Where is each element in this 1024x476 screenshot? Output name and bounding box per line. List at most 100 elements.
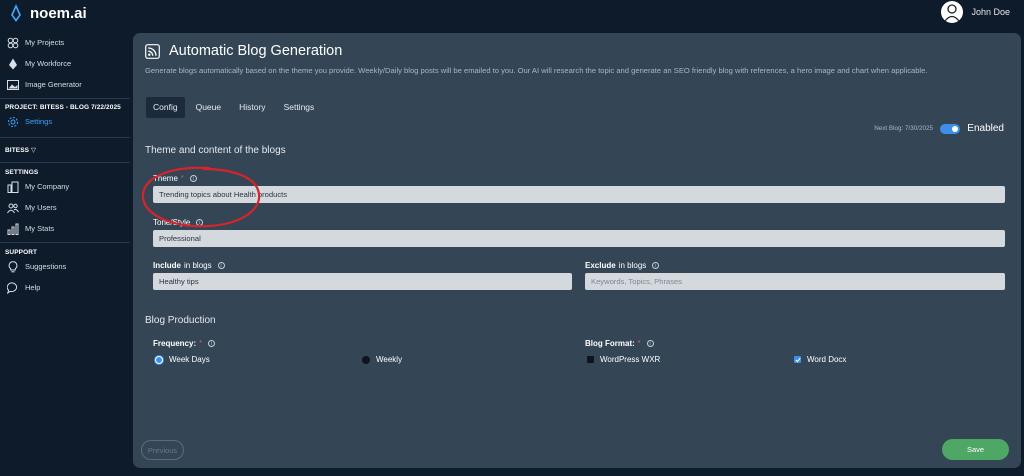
avatar[interactable] xyxy=(941,1,964,23)
settings-header: SETTINGS xyxy=(5,169,39,176)
frequency-label: Frequency: * i xyxy=(153,339,215,348)
stats-icon xyxy=(7,223,19,235)
format-label-text: Blog Format: xyxy=(585,339,635,348)
exclude-rest: in blogs xyxy=(618,261,647,270)
include-rest: in blogs xyxy=(184,261,212,270)
sidebar-item-label: My Users xyxy=(25,203,57,212)
sidebar-divider xyxy=(0,162,130,163)
sidebar-item-my-projects[interactable]: My Projects xyxy=(0,32,130,53)
tab-config[interactable]: Config xyxy=(146,97,185,118)
frequency-label-text: Frequency: xyxy=(153,339,197,348)
checkmark-icon xyxy=(794,357,801,362)
enabled-toggle[interactable] xyxy=(940,124,960,134)
theme-input[interactable]: Trending topics about Health products xyxy=(153,186,1005,203)
user-avatar-icon xyxy=(944,4,960,22)
workforce-icon xyxy=(9,58,17,69)
previous-button[interactable]: Previous xyxy=(141,440,184,460)
frequency-option-label: Weekly xyxy=(376,355,403,364)
sidebar-item-my-company[interactable]: My Company xyxy=(0,176,130,197)
checkbox-checked[interactable] xyxy=(794,356,801,363)
sidebar-item-label: My Company xyxy=(25,182,70,191)
frequency-option-weekdays[interactable]: Week Days xyxy=(155,355,210,364)
info-icon[interactable]: i xyxy=(646,340,654,347)
tab-history[interactable]: History xyxy=(232,97,272,118)
sidebar-divider xyxy=(0,137,130,138)
section-blog-production: Blog Production xyxy=(145,315,216,326)
theme-label-text: Theme xyxy=(153,174,178,183)
sidebar-item-label: Image Generator xyxy=(25,80,82,89)
support-header: SUPPORT xyxy=(5,249,38,256)
projects-icon xyxy=(7,37,19,48)
sidebar-divider xyxy=(0,98,130,99)
exclude-label: Exclude in blogs i xyxy=(585,261,660,270)
sidebar-item-my-workforce[interactable]: My Workforce xyxy=(0,53,130,74)
sidebar-item-label: Help xyxy=(25,283,41,292)
exclude-bold: Exclude xyxy=(585,261,616,270)
info-icon[interactable]: i xyxy=(189,175,197,182)
sidebar: My Projects My Workforce Image Generator… xyxy=(0,30,130,298)
include-label: Include in blogs i xyxy=(153,261,225,270)
include-input[interactable]: Healthy tips xyxy=(153,273,572,290)
blog-format-label: Blog Format: * i xyxy=(585,339,654,348)
checkbox-unchecked[interactable] xyxy=(587,356,594,363)
user-name: John Doe xyxy=(971,7,1010,17)
image-icon xyxy=(7,79,19,90)
lightbulb-icon xyxy=(8,260,18,272)
sidebar-item-my-users[interactable]: My Users xyxy=(0,197,130,218)
sidebar-item-my-stats[interactable]: My Stats xyxy=(0,218,130,239)
sidebar-item-label: My Workforce xyxy=(25,59,72,68)
frequency-option-weekly[interactable]: Weekly xyxy=(362,355,402,364)
radio-selected[interactable] xyxy=(155,355,163,364)
required-mark: * xyxy=(180,175,184,182)
app-name: noem.ai xyxy=(30,4,87,22)
blog-generation-card: Automatic Blog Generation Generate blogs… xyxy=(133,33,1021,468)
tab-queue[interactable]: Queue xyxy=(189,97,229,118)
chat-icon xyxy=(7,281,18,294)
app-logo[interactable]: noem.ai xyxy=(10,4,87,22)
rss-icon xyxy=(145,43,160,59)
next-blog-date: Next Blog: 7/30/2025 xyxy=(874,125,933,132)
tone-label: Tone/Style i xyxy=(153,218,204,227)
company-icon xyxy=(7,181,19,193)
format-option-label: WordPress WXR xyxy=(600,355,661,364)
tab-bar: Config Queue History Settings xyxy=(146,97,321,118)
required-mark: * xyxy=(637,340,641,347)
sidebar-item-label: My Projects xyxy=(25,38,65,47)
sidebar-item-help[interactable]: Help xyxy=(0,277,130,298)
chevron-down-icon: ▽ xyxy=(30,147,37,154)
save-button[interactable]: Save xyxy=(942,439,1009,460)
sidebar-item-label: Suggestions xyxy=(25,262,67,271)
section-theme-content: Theme and content of the blogs xyxy=(145,145,286,156)
bitess-header[interactable]: BITESS ▽ xyxy=(0,146,130,154)
info-icon[interactable]: i xyxy=(217,262,225,269)
users-icon xyxy=(7,203,19,213)
project-header: PROJECT: BITESS - BLOG 7/22/2025 xyxy=(5,104,121,111)
tab-settings[interactable]: Settings xyxy=(277,97,322,118)
frequency-option-label: Week Days xyxy=(169,355,210,364)
user-menu[interactable]: John Doe xyxy=(941,1,1010,23)
page-description: Generate blogs automatically based on th… xyxy=(145,66,928,75)
enabled-label: Enabled xyxy=(967,123,1004,134)
sidebar-item-settings[interactable]: Settings xyxy=(0,111,130,132)
tone-input[interactable]: Professional xyxy=(153,230,1005,247)
info-icon[interactable]: i xyxy=(207,340,215,347)
format-option-word-docx[interactable]: Word Docx xyxy=(794,355,846,364)
sidebar-item-image-generator[interactable]: Image Generator xyxy=(0,74,130,95)
sidebar-item-suggestions[interactable]: Suggestions xyxy=(0,256,130,277)
page-title: Automatic Blog Generation xyxy=(169,43,343,59)
include-bold: Include xyxy=(153,261,182,270)
info-icon[interactable]: i xyxy=(652,262,660,269)
required-mark: * xyxy=(199,340,202,347)
page-header: Automatic Blog Generation xyxy=(145,43,342,59)
sidebar-divider xyxy=(0,242,130,243)
format-option-wordpress[interactable]: WordPress WXR xyxy=(587,355,660,364)
info-icon[interactable]: i xyxy=(196,219,204,226)
gear-icon xyxy=(8,116,18,127)
tone-label-text: Tone/Style xyxy=(153,218,191,227)
logo-icon xyxy=(11,4,21,22)
sidebar-item-label: My Stats xyxy=(25,224,55,233)
sidebar-item-label: Settings xyxy=(25,117,53,126)
format-option-label: Word Docx xyxy=(807,355,847,364)
exclude-input[interactable]: Keywords, Topics, Phrases xyxy=(585,273,1005,290)
radio-unselected[interactable] xyxy=(362,355,370,364)
